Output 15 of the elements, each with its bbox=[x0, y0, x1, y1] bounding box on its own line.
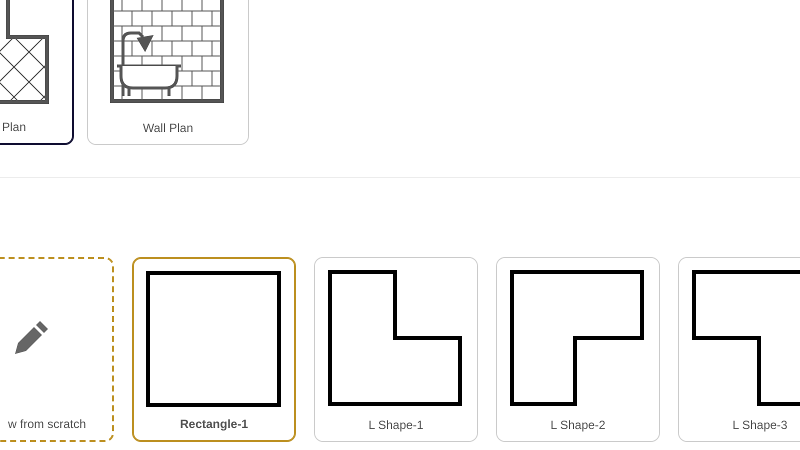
draw-from-scratch-card[interactable]: w from scratch bbox=[0, 257, 114, 442]
card-label: L Shape-3 bbox=[732, 418, 788, 432]
room-shape-card[interactable]: L Shape-2 bbox=[496, 257, 660, 442]
card-label: w from scratch bbox=[8, 417, 86, 431]
pencil-icon bbox=[14, 319, 50, 355]
card-label: Rectangle-1 bbox=[180, 417, 248, 431]
room-shape-card[interactable]: L Shape-3 bbox=[678, 257, 800, 442]
room-shape-card[interactable]: Rectangle-1 bbox=[132, 257, 296, 442]
card-label: L Shape-2 bbox=[550, 418, 606, 432]
plan-type-card[interactable]: Wall Plan bbox=[87, 0, 249, 145]
card-label: Wall Plan bbox=[142, 121, 194, 135]
card-label: Plan bbox=[2, 120, 26, 134]
room-shape-card[interactable]: L Shape-1 bbox=[314, 257, 478, 442]
card-label: L Shape-1 bbox=[368, 418, 424, 432]
plan-type-card[interactable]: Plan bbox=[0, 0, 74, 145]
